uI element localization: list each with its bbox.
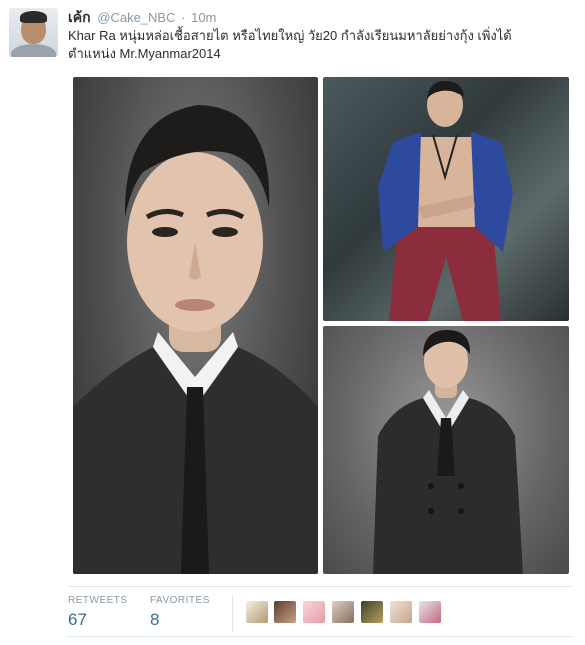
stats-divider-top xyxy=(68,586,573,587)
blue-jacket-illustration xyxy=(378,81,513,321)
tweet-header: เค้ก @Cake_NBC · 10m xyxy=(68,7,216,29)
author-avatar[interactable] xyxy=(9,8,58,57)
photo-portrait-main[interactable] xyxy=(73,77,318,574)
favoriter-avatar-3[interactable] xyxy=(303,601,325,623)
tweet-text: Khar Ra หนุ่มหล่อเชื้อสายไต หรือไทยใหญ่ … xyxy=(68,27,568,63)
retweets-label: RETWEETS xyxy=(68,595,128,606)
retweets-count[interactable]: 67 xyxy=(68,610,128,630)
avatar-shirt xyxy=(11,44,56,57)
favorites-label: FAVORITES xyxy=(150,595,210,606)
retweets-stat[interactable]: RETWEETS 67 xyxy=(68,595,128,630)
tweet-text-line-1: Khar Ra หนุ่มหล่อเชื้อสายไต หรือไทยใหญ่ … xyxy=(68,28,512,43)
tweet-timestamp[interactable]: 10m xyxy=(191,10,216,25)
author-handle[interactable]: @Cake_NBC xyxy=(97,10,175,25)
photo-blue-jacket[interactable] xyxy=(323,77,569,321)
favoriter-avatar-4[interactable] xyxy=(332,601,354,623)
favoriter-avatar-6[interactable] xyxy=(390,601,412,623)
favoriter-avatar-7[interactable] xyxy=(419,601,441,623)
portrait-illustration xyxy=(73,105,318,574)
favoriter-avatar-2[interactable] xyxy=(274,601,296,623)
header-separator: · xyxy=(181,10,186,25)
suit-illustration xyxy=(373,330,523,574)
favorites-stat[interactable]: FAVORITES 8 xyxy=(150,595,210,630)
stats-divider-bottom xyxy=(68,636,573,637)
photo-double-breasted-suit[interactable] xyxy=(323,326,569,574)
favorites-count[interactable]: 8 xyxy=(150,610,210,630)
stats-separator xyxy=(232,595,233,631)
favoriter-avatar-5[interactable] xyxy=(361,601,383,623)
tweet-text-line-2: ตำแหน่ง Mr.Myanmar2014 xyxy=(68,46,221,61)
author-name[interactable]: เค้ก xyxy=(68,9,91,25)
avatar-hair xyxy=(20,11,47,23)
favoriter-avatar-1[interactable] xyxy=(246,601,268,623)
